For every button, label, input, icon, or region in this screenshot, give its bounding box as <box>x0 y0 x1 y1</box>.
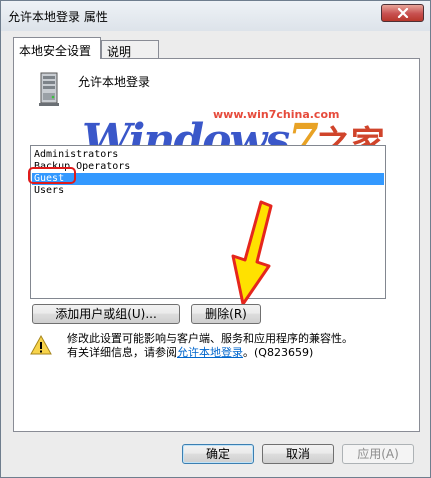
warning-line-2: 有关详细信息，请参阅允许本地登录。(Q823659) <box>67 346 407 360</box>
tab-label: 说明 <box>107 45 132 59</box>
ok-button[interactable]: 确定 <box>182 444 254 464</box>
policy-title: 允许本地登录 <box>78 75 151 89</box>
list-item[interactable]: Backup Operators <box>32 161 384 173</box>
apply-button[interactable]: 应用(A) <box>342 444 414 464</box>
window-title: 允许本地登录 属性 <box>8 10 108 24</box>
add-user-or-group-button[interactable]: 添加用户或组(U)... <box>32 304 180 324</box>
policy-help-link[interactable]: 允许本地登录 <box>177 346 243 359</box>
properties-dialog: 允许本地登录 属性 本地安全设置 说明 允许本地登录 www.win7china… <box>0 0 431 478</box>
warning-icon <box>30 335 52 355</box>
tab-label: 本地安全设置 <box>19 44 92 58</box>
warning-line-1: 修改此设置可能影响与客户端、服务和应用程序的兼容性。 <box>67 332 353 345</box>
tab-local-security-setting[interactable]: 本地安全设置 <box>13 37 101 59</box>
list-item[interactable]: Users <box>32 185 384 197</box>
remove-button[interactable]: 删除(R) <box>191 304 261 324</box>
cancel-button[interactable]: 取消 <box>262 444 334 464</box>
tab-explain[interactable]: 说明 <box>101 40 159 59</box>
annotation-arrow-icon <box>231 200 273 306</box>
title-bar[interactable]: 允许本地登录 属性 <box>1 1 430 31</box>
server-icon <box>39 72 59 106</box>
warning-prefix: 有关详细信息，请参阅 <box>67 346 177 359</box>
list-item-selected[interactable]: Guest <box>32 173 384 185</box>
tab-panel: 允许本地登录 www.win7china.com Windows7之家 Admi… <box>13 58 420 432</box>
warning-suffix: 。(Q823659) <box>243 346 314 359</box>
close-icon <box>397 8 408 18</box>
user-group-listbox[interactable]: Administrators Backup Operators Guest Us… <box>30 145 386 299</box>
list-item[interactable]: Administrators <box>32 149 384 161</box>
annotation-highlight-box <box>28 167 76 184</box>
compatibility-warning: 修改此设置可能影响与客户端、服务和应用程序的兼容性。 有关详细信息，请参阅允许本… <box>67 332 407 360</box>
close-button[interactable] <box>381 4 424 22</box>
